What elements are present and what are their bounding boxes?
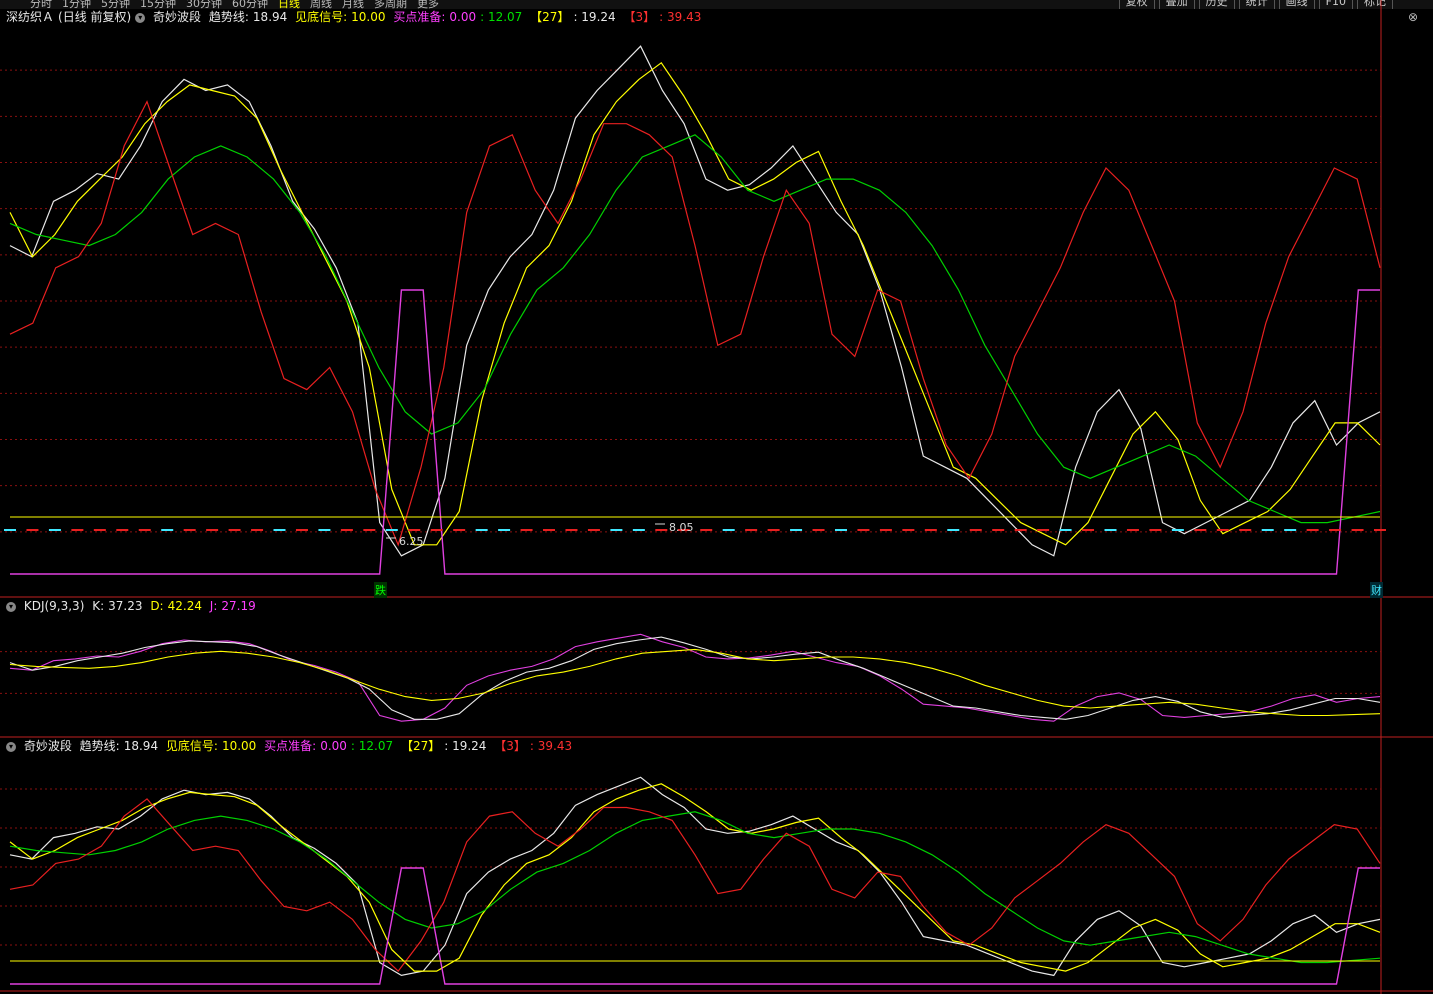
chart-canvas[interactable]: [0, 0, 1433, 994]
high-price-label: 8.05: [669, 521, 694, 534]
main-series-green: [9, 134, 1381, 524]
fall-tag: 跌: [374, 582, 387, 598]
kdj-series-line: [9, 648, 1381, 717]
kdj-series-line: [9, 633, 1381, 722]
lower-series-green: [9, 811, 1381, 964]
lower-signal-line: [10, 867, 1380, 985]
main-series-red: [9, 100, 1381, 547]
finance-tag: 财: [1370, 582, 1383, 598]
low-price-label: 6.25: [399, 535, 424, 548]
